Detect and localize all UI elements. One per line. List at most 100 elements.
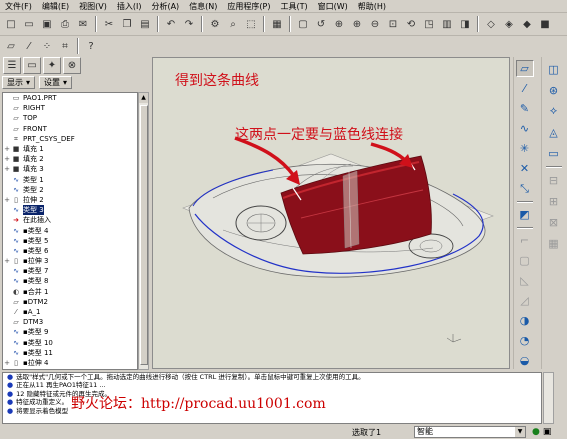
tree-item[interactable]: ▱ FRONT	[3, 124, 137, 134]
zoom-in-button[interactable]: ⊕	[349, 16, 365, 32]
revolve-tool-button[interactable]: ⊛	[545, 81, 563, 99]
connections-tab[interactable]: ⊗	[63, 56, 81, 74]
project-tool-button[interactable]: ▦	[545, 234, 563, 252]
pattern-tool-button[interactable]: ◑	[516, 312, 534, 329]
annotation-tool-button[interactable]: ◩	[516, 206, 534, 223]
folder-browser-tab[interactable]: ▭	[23, 56, 41, 74]
sketch-tool-button[interactable]: ✎	[516, 100, 534, 117]
datum-csys-button[interactable]: ⌗	[57, 38, 73, 54]
expand-icon[interactable]: +	[3, 256, 11, 266]
favorites-tab[interactable]: ✦	[43, 56, 61, 74]
menu-item-8[interactable]: 工具(T)	[276, 0, 313, 13]
select-box-button[interactable]: ⬚	[243, 16, 259, 32]
print-button[interactable]: ⎙	[57, 16, 73, 32]
draft-tool-button[interactable]: ◺	[516, 272, 534, 289]
no-hidden-button[interactable]: ◆	[519, 16, 535, 32]
graphics-window[interactable]: 得到这条曲线 这两点一定要与蓝色线连接	[152, 57, 510, 369]
display-style-button[interactable]: ▦	[269, 16, 285, 32]
datum-planes-button[interactable]: ▱	[3, 38, 19, 54]
orient-button[interactable]: ↺	[313, 16, 329, 32]
tree-item[interactable]: + ▯ 拉伸 2	[3, 195, 137, 205]
expand-icon[interactable]: +	[3, 164, 11, 174]
hidden-line-button[interactable]: ◈	[501, 16, 517, 32]
tree-item[interactable]: + ■ 填充 3	[3, 164, 137, 174]
datum-axis-tool-button[interactable]: ⁄	[516, 80, 534, 97]
selection-filter-select[interactable]: 智能 ▼	[414, 426, 526, 438]
tree-item[interactable]: ▱ TOP	[3, 113, 137, 123]
trim-tool-button[interactable]: ⊟	[545, 171, 563, 189]
tree-item[interactable]: ∿ ▪类型 8	[3, 276, 137, 286]
find-button[interactable]: ⌕	[225, 16, 241, 32]
copy-button[interactable]: ❐	[119, 16, 135, 32]
undo-button[interactable]: ↶	[163, 16, 179, 32]
menu-item-2[interactable]: 编辑(E)	[37, 0, 74, 13]
expand-icon[interactable]: +	[3, 154, 11, 164]
datum-points-button[interactable]: ⁘	[39, 38, 55, 54]
wireframe-button[interactable]: ◇	[483, 16, 499, 32]
tree-item[interactable]: ∿ 类型 2	[3, 185, 137, 195]
view-manager-button[interactable]: ◨	[457, 16, 473, 32]
tree-item[interactable]: ∿ ▪类型 5	[3, 236, 137, 246]
menu-item-3[interactable]: 视图(V)	[74, 0, 112, 13]
message-scrollbar[interactable]	[543, 372, 554, 424]
model-tree-scrollbar[interactable]: ▲	[138, 92, 149, 370]
sweep-tool-button[interactable]: ⟡	[545, 102, 563, 120]
paste-button[interactable]: ▤	[137, 16, 153, 32]
menu-item-5[interactable]: 分析(A)	[146, 0, 184, 13]
intersect-tool-button[interactable]: ⊠	[545, 213, 563, 231]
reorient-button[interactable]: ⟲	[403, 16, 419, 32]
regenerate-button[interactable]: ⚙	[207, 16, 223, 32]
spin-center-button[interactable]: ⊕	[331, 16, 347, 32]
open-button[interactable]: ▭	[21, 16, 37, 32]
settings-menu-button[interactable]: 设置 ▾	[39, 76, 73, 89]
tree-item[interactable]: + ▯ ▪拉伸 3	[3, 256, 137, 266]
mirror-tool-button[interactable]: ◒	[516, 352, 534, 369]
extrude-tool-button[interactable]: ◫	[545, 60, 563, 78]
layers-button[interactable]: ▥	[439, 16, 455, 32]
shading-button[interactable]: ■	[537, 16, 553, 32]
tree-item[interactable]: ∿ ▪类型 6	[3, 246, 137, 256]
tree-item[interactable]: ∿ ▪类型 7	[3, 266, 137, 276]
menu-item-7[interactable]: 应用程序(P)	[222, 0, 275, 13]
round-tool-button[interactable]: ⌐	[516, 232, 534, 249]
tree-item[interactable]: ∿ ▪类型 4	[3, 225, 137, 235]
menu-item-4[interactable]: 插入(I)	[112, 0, 147, 13]
rib-tool-button[interactable]: ◿	[516, 292, 534, 309]
scroll-up-icon[interactable]: ▲	[139, 93, 148, 103]
style-tool-button[interactable]: ◔	[516, 332, 534, 349]
datum-plane-tool-button[interactable]: ▱	[515, 60, 534, 78]
email-button[interactable]: ✉	[75, 16, 91, 32]
blend-tool-button[interactable]: ◬	[545, 123, 563, 141]
tree-item[interactable]: ∿ ▪类型 9	[3, 327, 137, 337]
show-menu-button[interactable]: 显示 ▾	[2, 76, 36, 89]
menu-item-10[interactable]: 帮助(H)	[353, 0, 391, 13]
expand-icon[interactable]: +	[3, 195, 11, 205]
tree-item[interactable]: ∿ ▪类型 11	[3, 348, 137, 358]
tree-item[interactable]: ∿ ▪类型 10	[3, 338, 137, 348]
stop-icon[interactable]: ▣	[543, 427, 552, 437]
tree-item[interactable]: ⌗ PRT_CSYS_DEF	[3, 134, 137, 144]
tree-item[interactable]: ▱ ▪DTM2	[3, 297, 137, 307]
new-button[interactable]: □	[3, 16, 19, 32]
boundary-tool-button[interactable]: ▭	[545, 144, 563, 162]
tree-item[interactable]: ◐ ▪合并 1	[3, 287, 137, 297]
tree-item[interactable]: ➜ 在此插入	[3, 215, 137, 225]
curve-tool-button[interactable]: ∿	[516, 120, 534, 137]
menu-item-1[interactable]: 文件(F)	[0, 0, 37, 13]
tree-item[interactable]: ⁄ ▪A_1	[3, 307, 137, 317]
tree-item[interactable]: ∿ 类型 1	[3, 175, 137, 185]
tree-item[interactable]: ▭ PAO1.PRT	[3, 93, 137, 103]
expand-icon[interactable]: +	[3, 358, 11, 368]
datum-point-tool-button[interactable]: ✳	[516, 140, 534, 157]
tree-item[interactable]: + ■ 填充 2	[3, 154, 137, 164]
redo-button[interactable]: ↷	[181, 16, 197, 32]
tree-item[interactable]: + ▯ ▪拉伸 4	[3, 358, 137, 368]
menu-item-9[interactable]: 窗口(W)	[313, 0, 353, 13]
tree-item[interactable]: ∿ 类型 3	[3, 205, 137, 216]
csys-tool-button[interactable]: ✕	[516, 160, 534, 177]
datum-axes-button[interactable]: ⁄	[21, 38, 37, 54]
cut-button[interactable]: ✂	[101, 16, 117, 32]
expand-icon[interactable]: +	[3, 144, 11, 154]
shell-tool-button[interactable]: ▢	[516, 252, 534, 269]
tree-item[interactable]: ▱ DTM3	[3, 317, 137, 327]
